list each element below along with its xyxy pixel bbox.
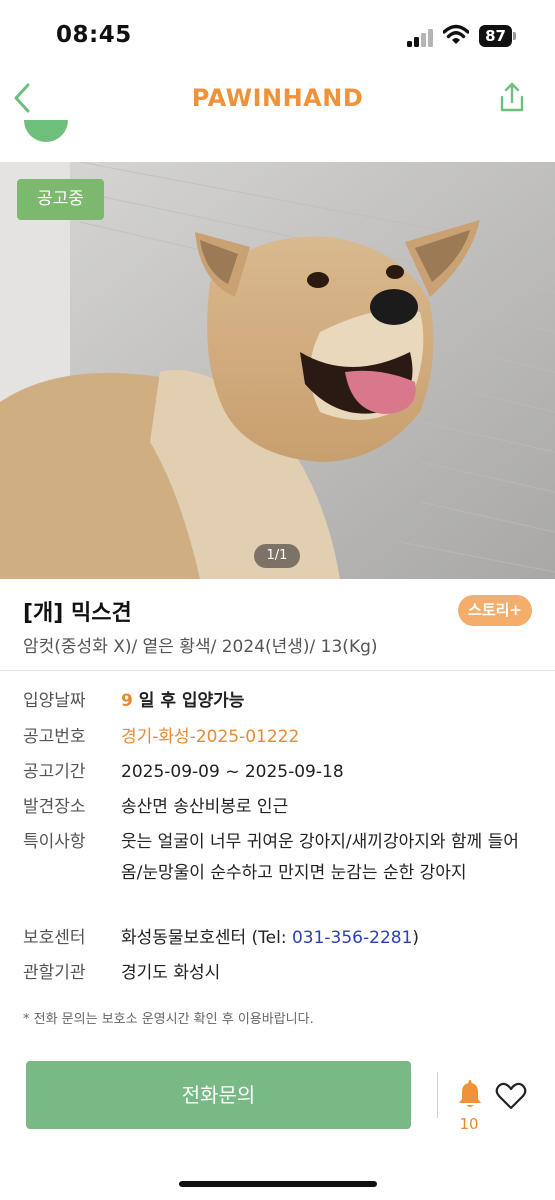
info-label: 발견장소 [23, 797, 86, 817]
bell-count: 10 [459, 1115, 479, 1133]
share-icon[interactable] [496, 80, 528, 116]
adoption-status-badge: 공고중 [17, 179, 104, 220]
shelter-close: ) [412, 928, 420, 948]
shelter-phone-link[interactable]: 031-356-2281 [292, 928, 412, 948]
bottom-divider [437, 1072, 438, 1118]
app-header: PAWINHAND [0, 70, 555, 162]
info-label: 공고번호 [23, 727, 86, 747]
notice-number-link[interactable]: 경기-화성-2025-01222 [121, 722, 533, 752]
status-bar: 08:45 87 [0, 0, 555, 70]
animal-title: [개] 믹스견 [23, 601, 132, 626]
call-inquiry-button[interactable]: 전화문의 [26, 1061, 411, 1129]
info-value: 송산면 송산비봉로 인근 [121, 797, 289, 817]
home-indicator [179, 1181, 377, 1187]
section-divider [0, 670, 555, 671]
bell-icon[interactable] [456, 1078, 484, 1110]
photo-page-indicator: 1/1 [254, 544, 300, 568]
wifi-icon [443, 24, 469, 44]
info-value: 화성동물보호센터 (Tel: 031-356-2281) [121, 923, 533, 953]
info-label: 보호센터 [23, 928, 86, 948]
heart-icon[interactable] [494, 1080, 528, 1112]
battery-icon: 87 [479, 25, 516, 47]
info-label: 특이사항 [23, 832, 86, 852]
animal-summary: 암컷(중성화 X)/ 옅은 황색/ 2024(년생)/ 13(Kg) [23, 637, 378, 657]
info-value: 2025-09-09 ~ 2025-09-18 [121, 762, 344, 782]
profile-avatar [24, 120, 68, 142]
status-time: 08:45 [56, 22, 132, 48]
dog-photo-illustration [0, 162, 555, 579]
adoption-days-text: 일 후 입양가능 [132, 691, 245, 711]
info-value: 9 일 후 입양가능 [121, 686, 533, 716]
story-button[interactable]: 스토리+ [458, 595, 532, 626]
info-label: 입양날짜 [23, 691, 86, 711]
adoption-days: 9 [121, 691, 133, 711]
shelter-name: 화성동물보호센터 (Tel: [121, 928, 292, 948]
battery-level: 87 [479, 25, 512, 47]
signal-icon [407, 29, 435, 47]
info-label: 관할기관 [23, 963, 86, 983]
info-value: 웃는 얼굴이 너무 귀여운 강아지/새끼강아지와 함께 들어옴/눈망울이 순수하… [121, 832, 519, 883]
info-value: 경기도 화성시 [121, 963, 221, 983]
info-label: 공고기간 [23, 762, 86, 782]
phone-inquiry-notice: * 전화 문의는 보호소 운영시간 확인 후 이용바랍니다. [23, 1012, 314, 1027]
app-logo: PAWINHAND [191, 84, 364, 112]
animal-photo[interactable] [0, 162, 555, 579]
